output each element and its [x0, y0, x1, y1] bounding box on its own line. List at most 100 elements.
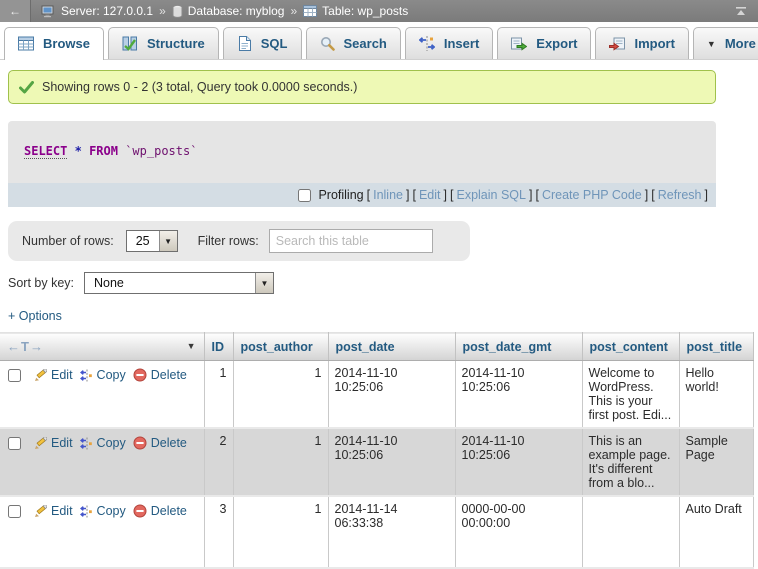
success-check-icon	[19, 81, 34, 94]
table-icon	[303, 5, 317, 17]
copy-label: Copy	[97, 368, 126, 382]
cell-post-content[interactable]	[582, 496, 679, 568]
bracket: ]	[406, 188, 409, 202]
collapse-console-icon[interactable]	[734, 5, 748, 17]
copy-row-link[interactable]: Copy	[80, 368, 126, 382]
cell-post-title[interactable]: Auto Draft	[679, 496, 753, 568]
number-of-rows-label: Number of rows:	[22, 234, 114, 248]
bracket: ]	[705, 188, 708, 202]
cell-id[interactable]: 1	[204, 361, 233, 429]
cell-post-title[interactable]: Sample Page	[679, 428, 753, 496]
tab-export[interactable]: Export	[497, 27, 591, 59]
cell-post-date[interactable]: 2014-11-10 10:25:06	[328, 361, 455, 429]
delete-row-link[interactable]: Delete	[133, 368, 187, 382]
cell-post-author[interactable]: 1	[233, 361, 328, 429]
header-post-author[interactable]: post_author	[233, 333, 328, 361]
bracket: [	[367, 188, 370, 202]
row-checkbox[interactable]	[8, 437, 21, 450]
sort-by-key-value: None	[85, 273, 133, 293]
row-checkbox[interactable]	[8, 505, 21, 518]
table-row: Edit Copy Delete 2 1 2014-11-10 10:25:06…	[0, 428, 753, 496]
copy-label: Copy	[97, 436, 126, 450]
header-post-date[interactable]: post_date	[328, 333, 455, 361]
edit-row-link[interactable]: Edit	[34, 504, 73, 518]
sort-descending-icon[interactable]: ▼	[187, 341, 196, 351]
cell-id[interactable]: 3	[204, 496, 233, 568]
table-header-row: ←T→ ▼ ID post_author post_date post_date…	[0, 333, 753, 361]
number-of-rows-select[interactable]: 25 ▼	[126, 230, 178, 252]
edit-row-link[interactable]: Edit	[34, 436, 73, 450]
profiling-label: Profiling	[318, 188, 363, 202]
cell-post-date-gmt[interactable]: 2014-11-10 10:25:06	[455, 361, 582, 429]
tab-browse-label: Browse	[43, 36, 90, 51]
cell-post-date[interactable]: 2014-11-10 10:25:06	[328, 428, 455, 496]
header-post-content[interactable]: post_content	[582, 333, 679, 361]
cell-post-content[interactable]: This is an example page. It's different …	[582, 428, 679, 496]
copy-row-link[interactable]: Copy	[80, 504, 126, 518]
breadcrumb-separator: »	[159, 4, 166, 18]
copy-icon	[80, 437, 93, 450]
tab-more[interactable]: ▼ More	[693, 27, 758, 59]
explain-sql-link[interactable]: Explain SQL	[456, 188, 525, 202]
profiling-checkbox[interactable]	[298, 189, 311, 202]
tab-import[interactable]: Import	[595, 27, 688, 59]
delete-row-link[interactable]: Delete	[133, 504, 187, 518]
column-move-icon[interactable]: ←T→	[7, 339, 44, 354]
header-post-title[interactable]: post_title	[679, 333, 753, 361]
tab-search-label: Search	[344, 36, 387, 51]
delete-icon	[133, 504, 147, 518]
sql-table-identifier: `wp_posts`	[125, 144, 197, 158]
delete-row-link[interactable]: Delete	[133, 436, 187, 450]
cell-post-date-gmt[interactable]: 0000-00-00 00:00:00	[455, 496, 582, 568]
row-checkbox[interactable]	[8, 369, 21, 382]
export-icon	[511, 36, 527, 51]
tab-insert[interactable]: Insert	[405, 27, 493, 59]
tab-browse[interactable]: Browse	[4, 27, 104, 60]
header-post-date-gmt[interactable]: post_date_gmt	[455, 333, 582, 361]
search-icon	[320, 36, 335, 51]
query-actions-bar: Profiling [ Inline ] [ Edit ] [ Explain …	[8, 183, 716, 207]
sort-by-key-select[interactable]: None ▼	[84, 272, 274, 294]
cell-post-date[interactable]: 2014-11-14 06:33:38	[328, 496, 455, 568]
nav-back-button[interactable]: ←	[0, 0, 31, 22]
cell-post-author[interactable]: 1	[233, 496, 328, 568]
cell-post-author[interactable]: 1	[233, 428, 328, 496]
pencil-icon	[34, 505, 47, 518]
breadcrumb-database[interactable]: Database: myblog	[172, 4, 285, 18]
cell-id[interactable]: 2	[204, 428, 233, 496]
delete-label: Delete	[151, 368, 187, 382]
edit-label: Edit	[51, 436, 73, 450]
tab-sql[interactable]: SQL	[223, 27, 302, 59]
breadcrumb-table-label: Table: wp_posts	[322, 4, 408, 18]
create-php-code-link[interactable]: Create PHP Code	[542, 188, 642, 202]
insert-icon	[419, 36, 435, 51]
structure-icon	[122, 36, 138, 51]
cell-post-title[interactable]: Hello world!	[679, 361, 753, 429]
copy-label: Copy	[97, 504, 126, 518]
breadcrumb-table[interactable]: Table: wp_posts	[303, 4, 408, 18]
copy-row-link[interactable]: Copy	[80, 436, 126, 450]
breadcrumb-server[interactable]: Server: 127.0.0.1	[41, 4, 153, 18]
inline-link[interactable]: Inline	[373, 188, 403, 202]
column-move-header[interactable]: ←T→ ▼	[0, 333, 204, 361]
rows-filter-bar: Number of rows: 25 ▼ Filter rows:	[8, 221, 470, 261]
tab-search[interactable]: Search	[306, 27, 401, 59]
refresh-link[interactable]: Refresh	[658, 188, 702, 202]
edit-row-link[interactable]: Edit	[34, 368, 73, 382]
edit-label: Edit	[51, 368, 73, 382]
tab-bar: Browse Structure SQL Search Insert Expor…	[0, 22, 758, 60]
table-filter-input[interactable]	[269, 229, 433, 253]
cell-post-date-gmt[interactable]: 2014-11-10 10:25:06	[455, 428, 582, 496]
pencil-icon	[34, 437, 47, 450]
tab-structure-label: Structure	[147, 36, 205, 51]
bracket: [	[412, 188, 415, 202]
options-toggle-link[interactable]: + Options	[8, 309, 62, 323]
select-arrow-icon: ▼	[159, 231, 177, 251]
edit-label: Edit	[51, 504, 73, 518]
tab-import-label: Import	[634, 36, 674, 51]
tab-structure[interactable]: Structure	[108, 27, 219, 59]
results-table: ←T→ ▼ ID post_author post_date post_date…	[0, 332, 754, 569]
cell-post-content[interactable]: Welcome to WordPress. This is your first…	[582, 361, 679, 429]
edit-query-link[interactable]: Edit	[419, 188, 441, 202]
header-id[interactable]: ID	[204, 333, 233, 361]
